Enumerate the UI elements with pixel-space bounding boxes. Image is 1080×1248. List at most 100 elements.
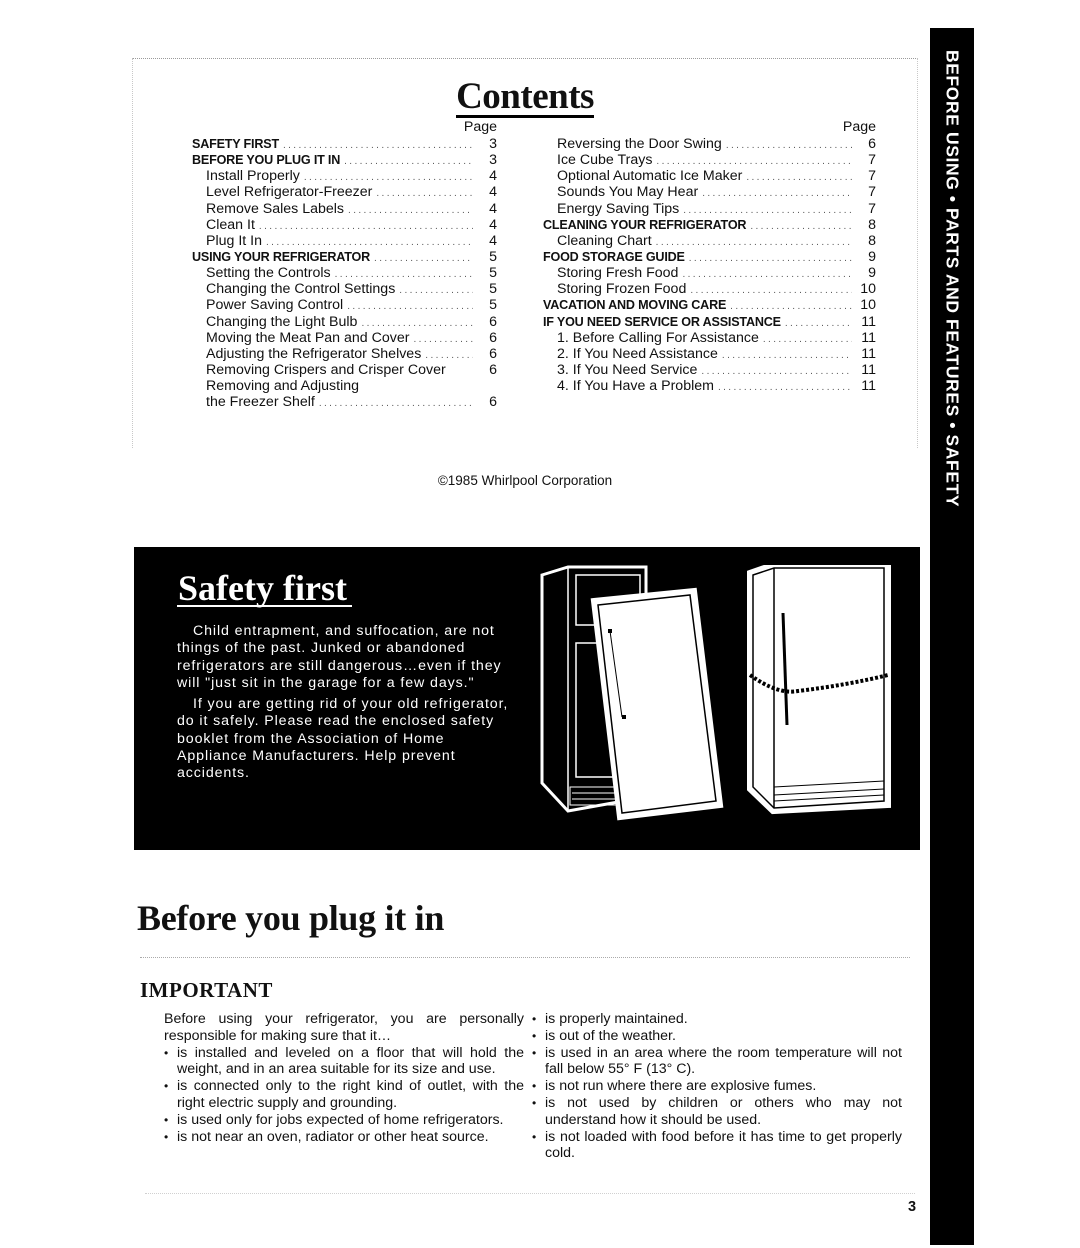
requirement-item: • is not near an oven, radiator or other … — [164, 1129, 524, 1146]
requirement-text: is not used by children or others who ma… — [545, 1094, 902, 1128]
toc-entry-page: 5 — [489, 281, 497, 298]
requirement-item: • is used only for jobs expected of home … — [164, 1112, 524, 1129]
toc-entry-label: Plug It In — [206, 232, 262, 249]
toc-entry-label: Energy Saving Tips — [557, 200, 680, 217]
toc-entry-label: VACATION AND MOVING CARE — [543, 298, 727, 313]
important-heading: IMPORTANT — [140, 978, 273, 1002]
toc-entry-label: Changing the Control Settings — [206, 281, 396, 298]
toc-entry: Sounds You May Hear 7 — [543, 184, 876, 200]
toc-entry-label: Power Saving Control — [206, 297, 344, 314]
requirement-text: is connected only to the right kind of o… — [177, 1078, 524, 1111]
toc-entry-label: USING YOUR REFRIGERATOR — [192, 249, 371, 264]
toc-entry-label: Clean It — [206, 216, 255, 233]
toc-entry-label: Adjusting the Refrigerator Shelves — [206, 345, 422, 362]
requirement-text: is not run where there are explosive fum… — [545, 1078, 817, 1095]
copyright-notice: ©1985 Whirlpool Corporation — [437, 473, 613, 488]
toc-entry-label: the Freezer Shelf — [206, 394, 315, 411]
toc-page-header: Page — [842, 119, 876, 135]
toc-entry-page: 4 — [489, 216, 497, 233]
toc-leader-dots — [714, 380, 852, 396]
toc-entry-label: 1. Before Calling For Assistance — [557, 329, 759, 346]
toc-entry-page: 4 — [489, 168, 497, 185]
requirement-text: is used only for jobs expected of home r… — [177, 1111, 504, 1128]
requirement-item: • is connected only to the right kind of … — [164, 1078, 524, 1112]
toc-entry-label: Removing and Adjusting — [206, 378, 360, 395]
toc-entry-page: 11 — [861, 329, 876, 346]
toc-entry: Plug It In 4 — [192, 233, 497, 249]
toc-entry-label: Install Properly — [206, 168, 300, 185]
contents-heading: Contents — [0, 75, 1050, 118]
toc-entry-page: 5 — [489, 265, 497, 282]
toc-entry-page: 7 — [868, 184, 876, 201]
requirements-intro: Before using your refrigerator, you are … — [164, 1011, 524, 1044]
toc-entry-page: 9 — [868, 265, 876, 282]
toc-leader-dots — [315, 396, 473, 412]
toc-entry-page: 11 — [861, 378, 876, 395]
toc-entry-label: BEFORE YOU PLUG IT IN — [192, 153, 341, 168]
toc-entry-label: Storing Fresh Food — [557, 265, 679, 282]
toc-entry-page: 6 — [868, 136, 876, 152]
toc-entry: Adjusting the Refrigerator Shelves 6 — [192, 346, 497, 362]
requirement-item: • is used in an area where the room tempe… — [532, 1045, 902, 1079]
toc-right-list: Reversing the Door Swing 6 Ice Cube Trays 7… — [543, 136, 876, 394]
toc-entry-page: 7 — [868, 200, 876, 217]
toc-entry-page: 6 — [489, 345, 497, 362]
toc-entry-label: IF YOU NEED SERVICE OR ASSISTANCE — [543, 314, 781, 329]
toc-entry: Moving the Meat Pan and Cover 6 — [192, 330, 497, 346]
toc-entry-label: CLEANING YOUR REFRIGERATOR — [543, 217, 747, 232]
bullet-icon: • — [532, 1079, 537, 1094]
requirements-right-column: • is properly maintained. • is out of the w… — [532, 1011, 902, 1162]
safety-paragraph: Child entrapment, and suffocation, are n… — [177, 623, 502, 691]
requirement-text: is out of the weather. — [545, 1027, 676, 1044]
toc-entry-page: 4 — [489, 200, 497, 217]
toc-entry: Remove Sales Labels 4 — [192, 201, 497, 217]
toc-entry: Reversing the Door Swing 6 — [543, 136, 876, 152]
toc-entry-page: 10 — [860, 281, 876, 298]
toc-entry: Optional Automatic Ice Maker 7 — [543, 168, 876, 184]
toc-entry-label: Changing the Light Bulb — [206, 313, 358, 330]
toc-entry-label: Reversing the Door Swing — [557, 136, 722, 152]
page-number: 3 — [908, 1199, 917, 1215]
toc-entry-label: Removing Crispers and Crisper Cover — [206, 361, 446, 378]
toc-entry-page: 4 — [489, 232, 497, 249]
toc-leader-dots — [759, 332, 852, 348]
toc-entry: Storing Fresh Food 9 — [543, 265, 876, 281]
toc-entry: SAFETY FIRST 3 — [192, 136, 497, 152]
toc-leader-dots — [746, 219, 852, 235]
bullet-icon: • — [532, 1012, 537, 1026]
toc-entry-page: 10 — [860, 297, 876, 314]
toc-entry-label: Moving the Meat Pan and Cover — [206, 329, 410, 346]
requirement-text: is not near an oven, radiator or other h… — [177, 1128, 489, 1145]
toc-entry: IF YOU NEED SERVICE OR ASSISTANCE 11 — [543, 314, 876, 330]
requirements-left-list: • is installed and leveled on a floor tha… — [164, 1045, 524, 1146]
toc-leader-dots — [742, 170, 852, 186]
bullet-icon: • — [532, 1095, 537, 1110]
toc-leader-dots — [255, 219, 473, 235]
safety-first-panel: Safety first Child entrapment, and suffo… — [134, 547, 920, 850]
toc-page-header: Page — [463, 119, 497, 135]
toc-leader-dots — [395, 283, 473, 299]
toc-entry-page: 3 — [489, 152, 497, 169]
toc-entry: Ice Cube Trays 7 — [543, 152, 876, 168]
toc-leader-dots — [343, 299, 473, 315]
toc-left-list: SAFETY FIRST3BEFORE YOU PLUG IT IN 3 Insta… — [192, 136, 497, 410]
toc-entry: 1. Before Calling For Assistance 11 — [543, 330, 876, 346]
toc-entry-label: Remove Sales Labels — [206, 200, 345, 217]
toc-entry: VACATION AND MOVING CARE 10 — [543, 297, 876, 313]
toc-entry-page: 9 — [868, 248, 876, 265]
toc-leader-dots — [678, 267, 852, 283]
refrigerator-illustration-icon — [540, 565, 891, 821]
requirement-text: is installed and leveled on a floor that… — [177, 1044, 524, 1078]
requirement-item: • is out of the weather. — [532, 1028, 902, 1045]
toc-leader-dots — [340, 154, 473, 170]
toc-entry-label: Optional Automatic Ice Maker — [557, 168, 743, 185]
bullet-icon: • — [532, 1045, 537, 1060]
toc-entry: 3. If You Need Service 11 — [543, 362, 876, 378]
requirement-item: • is installed and leveled on a floor tha… — [164, 1045, 524, 1079]
requirement-text: is used in an area where the room temper… — [545, 1044, 902, 1078]
toc-entry: Power Saving Control 5 — [192, 297, 497, 313]
toc-leader-dots — [685, 251, 852, 267]
toc-leader-dots — [344, 203, 473, 219]
requirement-text: is properly maintained. — [545, 1011, 688, 1027]
toc-entry-page: 7 — [868, 152, 876, 169]
